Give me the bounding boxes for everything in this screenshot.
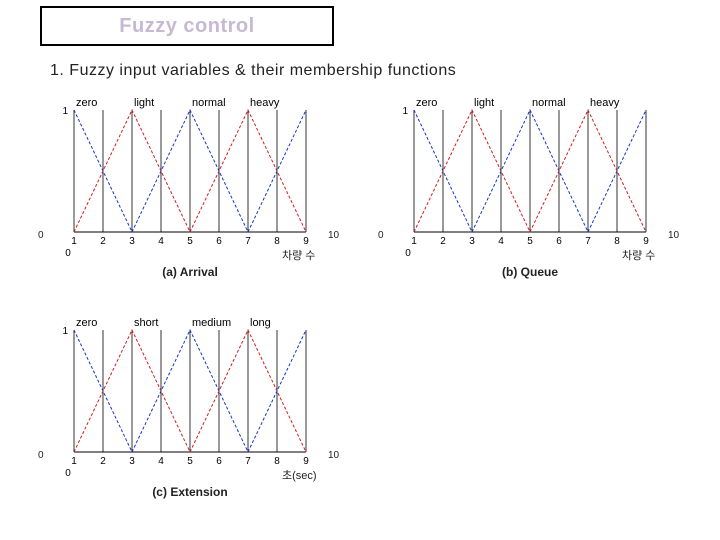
section-heading: 1. Fuzzy input variables & their members… <box>50 62 456 80</box>
svg-text:light: light <box>134 97 154 109</box>
svg-text:3: 3 <box>129 236 135 247</box>
chart-queue-svg: 1 1 2 3 4 5 6 7 8 9 0 zero light normal heavy <box>400 92 660 267</box>
svg-text:2: 2 <box>100 236 106 247</box>
chart-extension: 0 10 11234567890zeroshortmediumlong (c) … <box>60 312 320 467</box>
svg-text:1: 1 <box>62 106 68 117</box>
svg-text:7: 7 <box>245 456 251 467</box>
svg-text:5: 5 <box>187 236 193 247</box>
chart-arrival-svg: 1 1 2 3 4 5 6 7 8 9 0 zero light normal heavy <box>60 92 320 267</box>
svg-text:1: 1 <box>411 236 417 247</box>
svg-text:9: 9 <box>303 236 309 247</box>
svg-text:7: 7 <box>245 236 251 247</box>
chart-arrival: 0 10 11234567890zerolightnormalheavy (a)… <box>60 92 320 247</box>
page-title: Fuzzy control <box>119 15 254 38</box>
svg-text:8: 8 <box>274 456 280 467</box>
svg-text:heavy: heavy <box>590 97 620 109</box>
svg-text:2: 2 <box>100 456 106 467</box>
svg-text:9: 9 <box>643 236 649 247</box>
svg-text:9: 9 <box>303 456 309 467</box>
svg-text:8: 8 <box>614 236 620 247</box>
svg-text:0: 0 <box>65 248 71 259</box>
outer-zero-label: 0 <box>38 230 44 241</box>
svg-text:2: 2 <box>440 236 446 247</box>
page-title-box: Fuzzy control <box>40 6 334 46</box>
svg-text:zero: zero <box>76 97 97 109</box>
svg-text:1: 1 <box>71 456 77 467</box>
outer-zero-label: 0 <box>38 450 44 461</box>
chart-queue: 0 10 11234567890zerolightnormalheavy (b)… <box>400 92 660 247</box>
svg-text:normal: normal <box>192 97 226 109</box>
svg-text:6: 6 <box>216 456 222 467</box>
svg-text:short: short <box>134 317 158 329</box>
chart-arrival-xlabel: 차량 수 <box>282 247 315 263</box>
svg-text:4: 4 <box>158 456 164 467</box>
svg-text:zero: zero <box>76 317 97 329</box>
svg-text:heavy: heavy <box>250 97 280 109</box>
svg-text:3: 3 <box>129 456 135 467</box>
svg-text:4: 4 <box>158 236 164 247</box>
svg-text:zero: zero <box>416 97 437 109</box>
svg-text:6: 6 <box>216 236 222 247</box>
svg-text:7: 7 <box>585 236 591 247</box>
outer-zero-label: 0 <box>378 230 384 241</box>
chart-arrival-caption: (a) Arrival <box>60 265 320 279</box>
chart-queue-caption: (b) Queue <box>400 265 660 279</box>
chart-extension-svg: 1 1 2 3 4 5 6 7 8 9 0 zero short medium long <box>60 312 320 487</box>
svg-text:medium: medium <box>192 317 231 329</box>
chart-extension-caption: (c) Extension <box>60 485 320 499</box>
chart-extension-plot: 11234567890zeroshortmediumlong <box>60 312 320 467</box>
svg-text:0: 0 <box>65 468 71 479</box>
svg-text:normal: normal <box>532 97 566 109</box>
svg-text:4: 4 <box>498 236 504 247</box>
svg-text:8: 8 <box>274 236 280 247</box>
svg-text:1: 1 <box>402 106 408 117</box>
svg-text:5: 5 <box>187 456 193 467</box>
chart-arrival-plot: 11234567890zerolightnormalheavy <box>60 92 320 247</box>
svg-text:1: 1 <box>62 326 68 337</box>
outer-ten-label: 10 <box>328 450 339 461</box>
svg-text:0: 0 <box>405 248 411 259</box>
chart-queue-xlabel: 차량 수 <box>622 247 655 263</box>
svg-text:1: 1 <box>71 236 77 247</box>
svg-text:long: long <box>250 317 271 329</box>
outer-ten-label: 10 <box>668 230 679 241</box>
svg-text:light: light <box>474 97 494 109</box>
chart-extension-xlabel: 초(sec) <box>282 467 317 483</box>
svg-text:3: 3 <box>469 236 475 247</box>
svg-text:5: 5 <box>527 236 533 247</box>
outer-ten-label: 10 <box>328 230 339 241</box>
svg-text:6: 6 <box>556 236 562 247</box>
chart-queue-plot: 11234567890zerolightnormalheavy <box>400 92 660 247</box>
